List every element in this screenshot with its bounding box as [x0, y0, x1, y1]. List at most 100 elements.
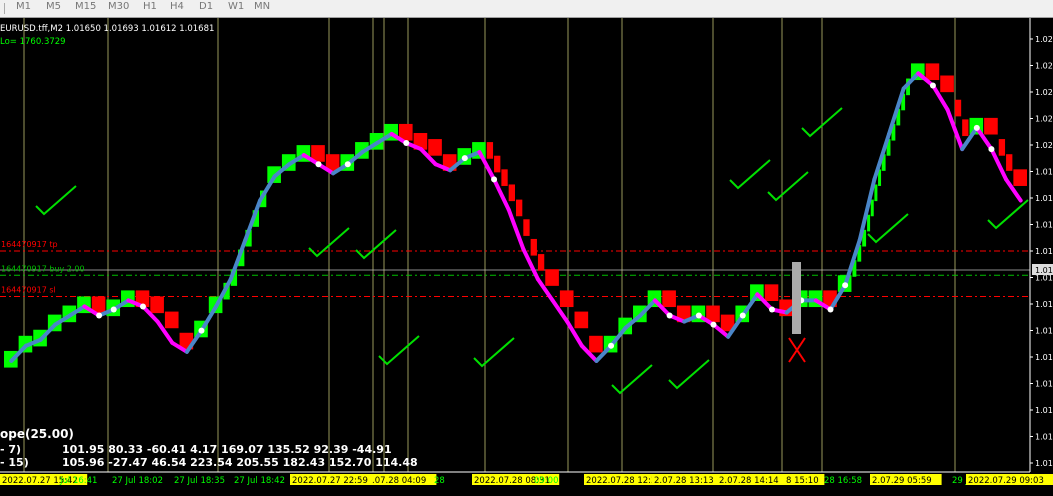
bear-brick	[998, 139, 1006, 156]
bear-brick	[516, 199, 523, 217]
time-axis-label: 2.07.28 13:13	[654, 476, 714, 486]
bear-brick	[940, 75, 954, 93]
ma-turn-dot	[461, 155, 468, 162]
bear-brick	[150, 296, 164, 314]
price-tick-label: 1.02	[1035, 141, 1053, 150]
symbol-info: EURUSD.tff,M2 1.01650 1.01693 1.01612 1.…	[0, 24, 214, 34]
ma-turn-dot	[695, 312, 702, 319]
price-tick-label: 1.01	[1035, 380, 1053, 389]
bear-brick	[530, 238, 537, 256]
tp-line-label: 164470917 tp	[1, 240, 58, 249]
price-tick-label: 1.01	[1035, 168, 1053, 177]
bear-brick	[537, 254, 545, 271]
sl-line-label: 164470917 sl	[1, 285, 56, 294]
ma-up-segment	[872, 131, 892, 182]
bear-brick	[559, 290, 574, 308]
time-axis-label: 2.07.28 14:14	[719, 476, 779, 486]
price-tick-label: 1.01	[1035, 406, 1053, 415]
ma-turn-dot	[666, 312, 673, 319]
check-mark-icon	[35, 185, 77, 216]
ma-up-segment	[843, 237, 862, 288]
price-tick-label: 1.01	[1035, 459, 1053, 468]
bear-brick	[954, 99, 962, 117]
ma-turn-dot	[315, 161, 322, 168]
bear-brick	[925, 63, 940, 81]
check-mark-icon	[355, 229, 397, 260]
lot-info: Lo= 1760.3729	[0, 37, 66, 47]
stats-row-label: - 7)	[0, 443, 21, 456]
bear-brick	[523, 219, 530, 236]
bear-brick	[494, 155, 501, 173]
bear-brick	[428, 139, 442, 156]
ma-turn-dot	[988, 146, 995, 153]
check-mark-icon	[987, 199, 1029, 230]
price-tick-label: 1.01	[1035, 300, 1053, 309]
time-axis-label: 27 Jul 18:02	[112, 476, 163, 486]
stats-title: ope(25.00)	[0, 427, 74, 441]
bear-brick	[984, 117, 998, 135]
ma-turn-dot	[769, 306, 775, 313]
check-mark-icon	[767, 171, 809, 202]
bear-brick	[662, 290, 676, 308]
ma-turn-dot	[973, 124, 980, 131]
ma-up-segment	[887, 86, 906, 136]
stats-row-values: 101.95 80.33 -60.41 4.17 169.07 135.52 9…	[62, 443, 392, 456]
check-mark-icon	[473, 337, 515, 368]
bear-brick	[962, 119, 969, 137]
bull-brick	[870, 199, 874, 217]
ma-turn-dot	[110, 306, 117, 313]
bear-brick	[545, 269, 559, 286]
bull-brick	[874, 184, 878, 202]
cross-mark-icon	[788, 337, 806, 363]
time-axis-label: 2.07.29 05:59	[872, 476, 932, 486]
bear-brick	[164, 311, 179, 329]
stats-row-label: - 15)	[0, 456, 29, 469]
ma-turn-dot	[710, 321, 717, 328]
ma-up-segment	[258, 174, 277, 203]
check-mark-icon	[378, 335, 420, 366]
ma-turn-dot	[198, 327, 205, 334]
price-tick-label: 1.02	[1035, 62, 1053, 71]
price-tick-label: 1.02	[1035, 88, 1053, 97]
time-axis-label: 8 15:10	[786, 476, 819, 486]
price-tick-label: 1.01	[1035, 327, 1053, 336]
time-axis-label: 2022.07.28 12:31	[586, 476, 662, 486]
bear-brick	[1006, 154, 1013, 171]
price-tick-label: 1.01	[1035, 221, 1053, 230]
price-tick-label: 1.02	[1035, 35, 1053, 44]
ma-turn-dot	[344, 161, 351, 168]
current-price-label: 1.01	[1035, 266, 1053, 275]
bear-brick	[486, 142, 494, 159]
bull-brick	[867, 214, 871, 232]
bear-brick	[508, 184, 515, 202]
price-axis	[1030, 18, 1053, 472]
mt4-chart-window: M1 M5 M15 M30 H1 H4 D1 W1 MN EURUSD.tff,…	[0, 0, 1053, 496]
bear-brick	[764, 284, 779, 301]
price-tick-label: 1.02	[1035, 115, 1053, 124]
time-axis-label: 28	[434, 476, 445, 486]
bear-brick	[1013, 169, 1027, 186]
check-mark-icon	[729, 159, 771, 190]
check-mark-icon	[867, 213, 909, 244]
ma-turn-dot	[139, 303, 146, 310]
ma-turn-dot	[842, 282, 849, 289]
price-tick-label: 1.01	[1035, 247, 1053, 256]
time-axis-label: 09:00	[534, 476, 559, 486]
price-tick-label: 1.01	[1035, 353, 1053, 362]
time-axis-label: 27 Jul 18:35	[174, 476, 225, 486]
bear-brick	[501, 169, 508, 186]
ma-turn-dot	[929, 82, 936, 89]
ma-turn-dot	[739, 312, 746, 319]
check-mark-icon	[611, 364, 653, 395]
ma-turn-dot	[403, 140, 410, 147]
ma-turn-dot	[491, 176, 498, 183]
time-axis-label: .07.28 04:09	[372, 476, 426, 486]
time-axis-label: 2022.07.29 09:03	[968, 476, 1044, 486]
ma-turn-dot	[96, 312, 103, 319]
price-tick-label: 1.01	[1035, 194, 1053, 203]
price-tick-label: 1.01	[1035, 433, 1053, 442]
bear-brick	[589, 335, 603, 353]
buy-line-label: 164470917 buy 2.00	[1, 264, 85, 273]
check-mark-icon	[668, 359, 710, 390]
price-chart[interactable]: EURUSD.tff,M2 1.01650 1.01693 1.01612 1.…	[0, 0, 1053, 496]
